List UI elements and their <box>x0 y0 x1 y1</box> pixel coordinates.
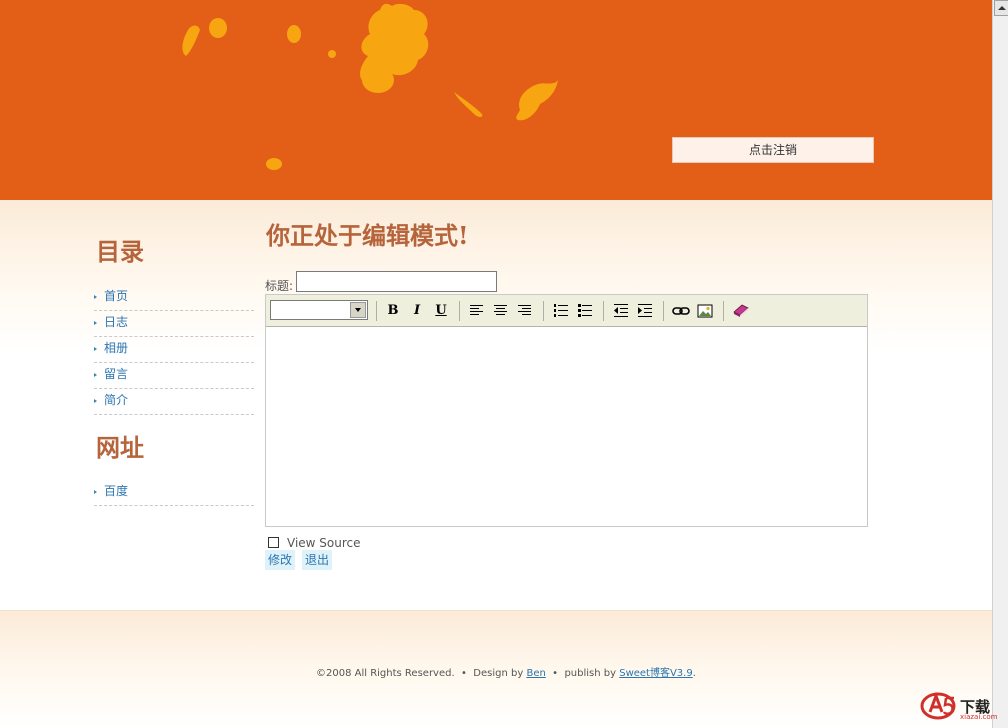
toolbar-divider <box>663 301 664 321</box>
footer-separator: • <box>461 668 467 679</box>
exit-button[interactable]: 退出 <box>302 550 333 570</box>
nav-link-about[interactable]: 简介 <box>104 393 128 407</box>
align-left-button[interactable] <box>467 301 487 321</box>
site-header: 点击注销 <box>0 0 992 200</box>
paint-splash-decoration <box>182 3 558 170</box>
page-title: 你正处于编辑模式! <box>266 221 469 250</box>
logout-button[interactable]: 点击注销 <box>672 137 874 163</box>
ordered-list-button[interactable] <box>551 301 571 321</box>
copyright-text: ©2008 All Rights Reserved. <box>316 668 455 679</box>
bullet-icon <box>94 321 97 325</box>
font-select[interactable] <box>270 300 368 320</box>
watermark-url: xiazai.com <box>960 713 998 721</box>
italic-icon: I <box>413 303 421 318</box>
toolbar-divider <box>543 301 544 321</box>
site-footer: ©2008 All Rights Reserved. • Design by B… <box>0 610 992 728</box>
link-icon <box>672 307 690 315</box>
align-right-icon <box>518 305 531 317</box>
toolbar-divider <box>459 301 460 321</box>
content-area: 目录 首页 日志 相册 留言 简介 网址 百度 你正处于编辑模式! 标题: B … <box>0 200 992 610</box>
align-center-icon <box>494 305 507 317</box>
bullet-icon <box>94 490 97 494</box>
footer-text: ©2008 All Rights Reserved. • Design by B… <box>316 664 696 679</box>
scroll-up-arrow-icon[interactable] <box>994 0 1008 16</box>
bold-button[interactable]: B <box>383 301 403 321</box>
align-right-button[interactable] <box>515 301 535 321</box>
bullet-icon <box>94 347 97 351</box>
book-icon <box>733 304 749 317</box>
vertical-scrollbar[interactable] <box>992 0 1008 728</box>
bullet-icon <box>94 399 97 403</box>
view-source-toggle[interactable]: View Source <box>268 536 361 550</box>
image-button[interactable] <box>695 301 715 321</box>
underline-icon: U <box>435 303 447 318</box>
save-button[interactable]: 修改 <box>265 550 296 570</box>
unordered-list-icon <box>578 304 592 317</box>
ordered-list-icon <box>554 304 568 317</box>
underline-button[interactable]: U <box>431 301 451 321</box>
bullet-icon <box>94 373 97 377</box>
editor-toolbar: B I U <box>266 295 867 327</box>
italic-button[interactable]: I <box>407 301 427 321</box>
nav-link-blog[interactable]: 日志 <box>104 315 128 329</box>
nav-link-home[interactable]: 首页 <box>104 289 128 303</box>
bullet-icon <box>94 295 97 299</box>
view-source-label: View Source <box>287 536 361 550</box>
unordered-list-button[interactable] <box>575 301 595 321</box>
a5-logo-icon <box>920 691 956 720</box>
list-item: 相册 <box>94 337 254 363</box>
links-title: 网址 <box>96 433 144 462</box>
list-item: 留言 <box>94 363 254 389</box>
view-source-checkbox[interactable] <box>268 537 279 548</box>
links-list: 百度 <box>94 480 254 506</box>
list-item: 日志 <box>94 311 254 337</box>
nav-link-guestbook[interactable]: 留言 <box>104 367 128 381</box>
nav-link-album[interactable]: 相册 <box>104 341 128 355</box>
image-icon <box>697 304 713 318</box>
list-item: 首页 <box>94 285 254 311</box>
site-watermark: 下载 xiazai.com <box>920 688 1004 724</box>
catalog-title: 目录 <box>96 237 144 266</box>
link-button[interactable] <box>671 301 691 321</box>
designer-link[interactable]: Ben <box>526 668 545 679</box>
editor-content-area[interactable] <box>266 327 867 526</box>
toolbar-divider <box>603 301 604 321</box>
rich-text-editor: B I U <box>265 294 868 527</box>
dictionary-button[interactable] <box>731 301 751 321</box>
title-input[interactable] <box>296 271 497 292</box>
align-center-button[interactable] <box>491 301 511 321</box>
catalog-list: 首页 日志 相册 留言 简介 <box>94 285 254 415</box>
link-baidu[interactable]: 百度 <box>104 484 128 498</box>
list-item: 百度 <box>94 480 254 506</box>
align-left-icon <box>470 305 483 317</box>
toolbar-divider <box>376 301 377 321</box>
outdent-button[interactable] <box>611 301 631 321</box>
outdent-icon <box>614 304 628 317</box>
design-by-label: Design by <box>473 668 524 679</box>
indent-button[interactable] <box>635 301 655 321</box>
bold-icon: B <box>387 303 399 318</box>
footer-period: . <box>692 668 696 679</box>
toolbar-divider <box>723 301 724 321</box>
list-item: 简介 <box>94 389 254 415</box>
engine-link[interactable]: Sweet博客V3.9 <box>619 668 693 679</box>
chevron-down-icon[interactable] <box>350 302 366 318</box>
publish-by-label: publish by <box>564 668 617 679</box>
footer-separator: • <box>552 668 559 679</box>
title-label: 标题: <box>265 279 294 293</box>
indent-icon <box>638 304 652 317</box>
